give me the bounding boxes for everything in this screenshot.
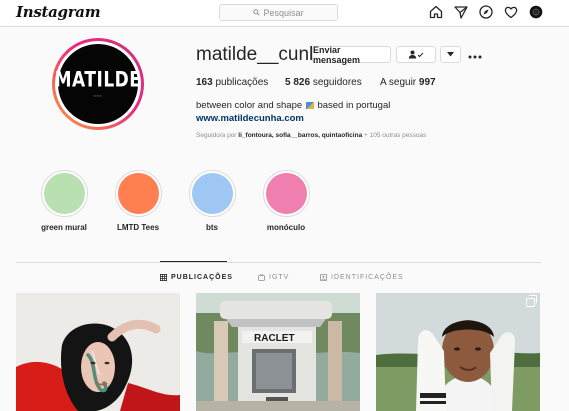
highlight-ring	[114, 170, 162, 217]
explore-icon[interactable]	[479, 5, 493, 19]
highlight-monoculo[interactable]: monóculo	[256, 170, 316, 232]
posts-label: publicações	[215, 77, 269, 88]
active-tab-indicator	[160, 261, 227, 262]
following-button[interactable]	[396, 46, 436, 63]
profile-avatar[interactable]: MATILDE ━━━	[52, 38, 144, 130]
person-check-icon	[408, 50, 424, 59]
activity-icon[interactable]	[504, 5, 518, 19]
bio-emoji-icon	[305, 101, 314, 109]
highlight-label: monóculo	[266, 223, 306, 232]
followers-count: 5 826	[285, 77, 311, 88]
tab-igtv[interactable]: IGTV	[258, 274, 289, 281]
followed-names: li_fontoura, sofia__barros, quintaoficin…	[238, 132, 363, 139]
direct-icon[interactable]	[454, 5, 468, 19]
profile-username: matilde__cunha	[196, 44, 331, 65]
avatar-logo-mark: ━━━	[93, 94, 103, 98]
highlight-ring	[188, 170, 236, 217]
followed-prefix: Seguido/a por	[196, 132, 237, 139]
instagram-logo[interactable]: Instagram	[16, 3, 101, 21]
highlight-cover	[117, 173, 159, 214]
profile-avatar-icon[interactable]	[529, 5, 543, 19]
highlight-bts[interactable]: bts	[182, 170, 242, 232]
home-icon[interactable]	[429, 5, 443, 19]
search-placeholder: Pesquisar	[263, 7, 304, 18]
highlight-cover	[191, 173, 233, 214]
tab-tagged[interactable]: IDENTIFICAÇÕES	[320, 274, 404, 281]
igtv-icon	[258, 274, 265, 281]
grid-icon	[160, 274, 167, 281]
avatar-border: MATILDE ━━━	[55, 41, 141, 127]
post-image: RACLET	[196, 293, 360, 411]
highlight-lmtd-tees[interactable]: LMTD Tees	[108, 170, 168, 232]
highlight-ring	[40, 170, 88, 217]
chevron-down-icon	[447, 52, 454, 57]
following-count: 997	[418, 77, 436, 88]
avatar-logo-text: MATILDE	[54, 67, 142, 93]
search-icon	[253, 9, 261, 16]
tab-posts[interactable]: PUBLICAÇÕES	[160, 274, 233, 281]
highlight-cover	[43, 173, 85, 214]
multiple-posts-icon	[526, 295, 537, 307]
tab-label: IGTV	[269, 274, 290, 281]
post-image	[376, 293, 540, 411]
machine-sign-text: RACLET	[254, 333, 295, 344]
tab-label: IDENTIFICAÇÕES	[331, 274, 404, 281]
profile-bio: between color and shape based in portuga…	[196, 100, 390, 111]
highlight-label: green mural	[41, 223, 87, 232]
send-message-button[interactable]: Enviar mensagem	[312, 45, 391, 65]
following-stat[interactable]: A seguir 997	[380, 77, 436, 88]
post-thumbnail-portrait[interactable]	[16, 293, 180, 411]
post-thumbnail-machine[interactable]: RACLET	[196, 293, 360, 411]
post-thumbnail-portrait-gloves[interactable]	[376, 293, 540, 411]
tabs-divider	[16, 262, 541, 263]
more-options-icon[interactable]	[468, 48, 482, 62]
tag-icon	[320, 274, 327, 281]
highlight-label: LMTD Tees	[116, 223, 160, 232]
bio-text-start: between color and shape	[196, 100, 303, 111]
profile-website-link[interactable]: www.matildecunha.com	[196, 113, 304, 124]
followers-stat[interactable]: 5 826 seguidores	[285, 77, 362, 88]
nav-icons	[429, 5, 543, 19]
following-label: A seguir	[380, 77, 417, 88]
search-input[interactable]: Pesquisar	[219, 4, 338, 21]
highlight-green-mural[interactable]: green mural	[34, 170, 94, 232]
avatar-image: MATILDE ━━━	[55, 44, 141, 124]
top-nav: Instagram Pesquisar	[0, 0, 569, 27]
highlight-ring	[262, 170, 310, 217]
post-image	[16, 293, 180, 411]
highlight-label: bts	[206, 223, 218, 232]
suggestions-dropdown-button[interactable]	[440, 46, 461, 63]
followers-label: seguidores	[312, 77, 362, 88]
posts-count: 163	[196, 77, 213, 88]
bio-text-end: based in portugal	[317, 100, 391, 111]
posts-stat: 163 publicações	[196, 77, 268, 88]
followed-by[interactable]: Seguido/a por li_fontoura, sofia__barros…	[196, 132, 426, 139]
tab-label: PUBLICAÇÕES	[171, 274, 233, 281]
highlight-cover	[265, 173, 307, 214]
followed-suffix: + 105 outras pessoas	[364, 132, 427, 139]
